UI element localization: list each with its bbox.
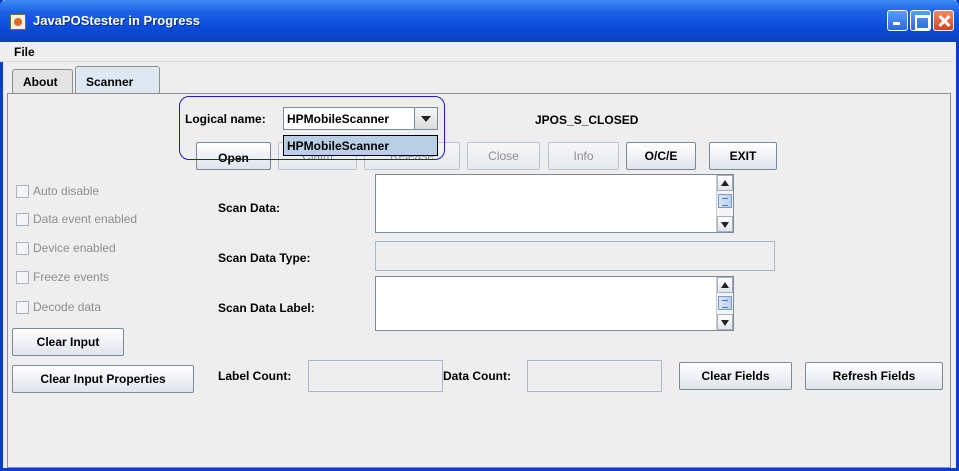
data-count-label: Data Count:: [443, 369, 511, 383]
checkbox-box[interactable]: [16, 185, 29, 198]
checkbox-label: Auto disable: [33, 184, 100, 198]
checkbox-box[interactable]: [16, 242, 29, 255]
label-count-label: Label Count:: [218, 369, 292, 383]
scroll-thumb[interactable]: [718, 296, 732, 310]
menu-file[interactable]: File: [14, 45, 35, 59]
checkbox-box[interactable]: [16, 301, 29, 314]
checkbox-label: Decode data: [33, 300, 102, 314]
device-state-label: JPOS_S_CLOSED: [535, 113, 639, 127]
checkbox-label: Data event enabled: [33, 212, 138, 226]
scroll-down-icon[interactable]: [717, 216, 733, 232]
tab-about[interactable]: About: [12, 69, 73, 93]
scan-data-textarea[interactable]: [375, 174, 734, 233]
scan-data-label-label: Scan Data Label:: [218, 301, 315, 315]
oce-button[interactable]: O/C/E: [626, 142, 696, 170]
scan-data-scrollbar[interactable]: [716, 175, 733, 232]
tab-scanner[interactable]: Scanner: [75, 66, 160, 93]
clear-input-button[interactable]: Clear Input: [12, 328, 124, 356]
exit-button[interactable]: EXIT: [709, 142, 777, 170]
window-title: JavaPOStester in Progress: [33, 13, 200, 28]
scan-data-type-label: Scan Data Type:: [218, 251, 311, 265]
open-button-label: Open: [218, 151, 249, 165]
minimize-button[interactable]: [887, 10, 908, 31]
checkbox-label: Freeze events: [33, 270, 110, 284]
scan-data-label-scrollbar[interactable]: [716, 277, 733, 330]
chevron-down-icon[interactable]: [414, 108, 437, 129]
maximize-button[interactable]: [910, 10, 931, 31]
title-bar[interactable]: JavaPOStester in Progress: [0, 0, 959, 42]
close-button[interactable]: Close: [467, 142, 540, 170]
logical-name-label: Logical name:: [185, 112, 266, 126]
close-window-button[interactable]: [933, 10, 954, 31]
scan-data-label: Scan Data:: [218, 201, 281, 215]
logical-name-combobox[interactable]: HPMobileScanner: [283, 107, 438, 130]
menu-bar: File: [0, 42, 953, 62]
scroll-up-icon[interactable]: [717, 277, 733, 293]
data-count-field[interactable]: [527, 360, 662, 392]
info-button[interactable]: Info: [548, 142, 619, 170]
checkbox-box[interactable]: [16, 213, 29, 226]
scan-data-type-field[interactable]: [375, 241, 775, 271]
checkbox-box[interactable]: [16, 271, 29, 284]
scroll-thumb[interactable]: [718, 194, 732, 208]
open-button[interactable]: Open: [196, 142, 271, 170]
scan-data-label-textarea[interactable]: [375, 276, 734, 331]
java-app-icon: [10, 14, 26, 30]
logical-name-dropdown-list[interactable]: HPMobileScanner: [283, 135, 438, 156]
checkbox-label: Device enabled: [33, 241, 116, 255]
clear-fields-button[interactable]: Clear Fields: [679, 362, 792, 390]
dropdown-option[interactable]: HPMobileScanner: [287, 139, 389, 153]
refresh-fields-button[interactable]: Refresh Fields: [805, 362, 943, 390]
logical-name-value: HPMobileScanner: [287, 112, 390, 126]
scroll-down-icon[interactable]: [717, 314, 733, 330]
scroll-up-icon[interactable]: [717, 175, 733, 191]
clear-input-properties-button[interactable]: Clear Input Properties: [12, 365, 194, 393]
label-count-field[interactable]: [308, 360, 443, 392]
